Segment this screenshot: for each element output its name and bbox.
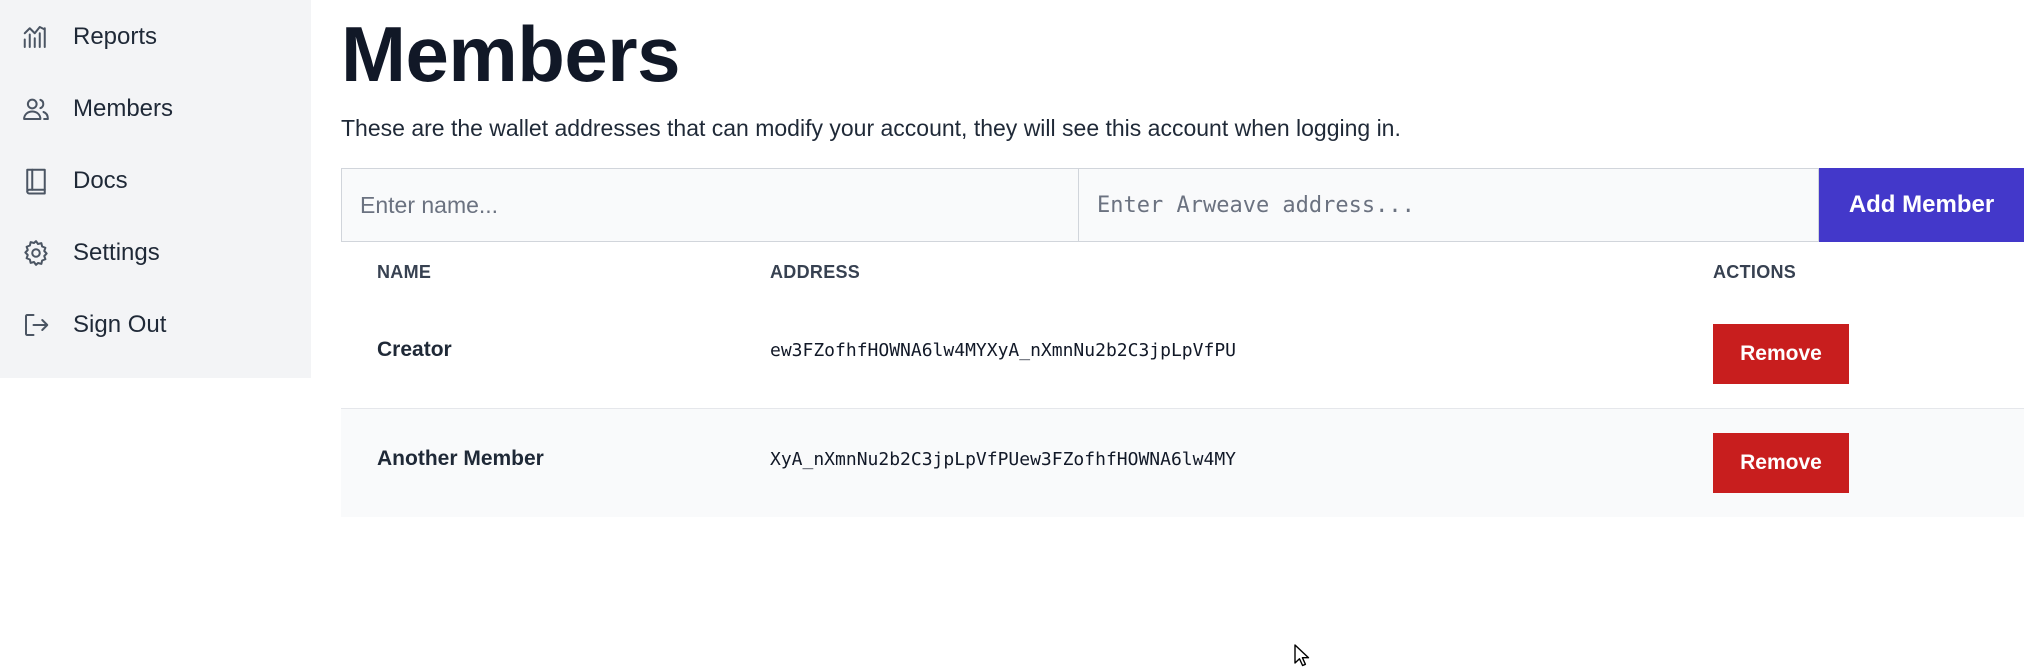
sidebar-item-label: Sign Out <box>73 311 167 338</box>
sidebar-item-docs[interactable]: Docs <box>20 161 128 201</box>
sidebar-item-label: Docs <box>73 167 128 194</box>
table-header: NAME ADDRESS ACTIONS <box>341 244 2024 300</box>
member-address: ew3FZofhfHOWNA6lw4MYXyA_nXmnNu2b2C3jpLpV… <box>770 340 1236 361</box>
book-icon <box>20 165 52 197</box>
member-address: XyA_nXmnNu2b2C3jpLpVfPUew3FZofhfHOWNA6lw… <box>770 449 1236 470</box>
sidebar-item-sign-out[interactable]: Sign Out <box>20 305 166 345</box>
users-icon <box>20 93 52 125</box>
mouse-cursor-icon <box>1294 644 1310 667</box>
add-member-button[interactable]: Add Member <box>1819 168 2024 242</box>
remove-button[interactable]: Remove <box>1713 324 1849 384</box>
app: Reports Members Docs Settings Sign Out M… <box>0 0 2037 667</box>
sidebar-item-label: Reports <box>73 23 158 50</box>
sidebar: Reports Members Docs Settings Sign Out <box>0 0 311 378</box>
name-input[interactable] <box>341 168 1079 242</box>
table-row: Another Member XyA_nXmnNu2b2C3jpLpVfPUew… <box>341 409 2024 517</box>
page-subtitle: These are the wallet addresses that can … <box>341 115 1401 141</box>
sidebar-item-label: Members <box>73 95 174 122</box>
address-input[interactable] <box>1079 168 1819 242</box>
table-row: Creator ew3FZofhfHOWNA6lw4MYXyA_nXmnNu2b… <box>341 300 2024 409</box>
column-header-name: NAME <box>377 262 432 282</box>
column-header-actions: ACTIONS <box>1713 262 1797 282</box>
members-table: NAME ADDRESS ACTIONS Creator ew3FZofhfHO… <box>341 244 2024 517</box>
sidebar-item-members[interactable]: Members <box>20 89 173 129</box>
sign-out-icon <box>20 309 52 341</box>
add-member-form: Add Member <box>341 168 2024 242</box>
sidebar-item-label: Settings <box>73 239 160 266</box>
gear-icon <box>20 237 52 269</box>
page-title: Members <box>341 10 680 98</box>
member-name: Another Member <box>377 447 544 470</box>
column-header-address: ADDRESS <box>770 262 861 282</box>
chart-line-icon <box>20 21 52 53</box>
remove-button[interactable]: Remove <box>1713 433 1849 493</box>
sidebar-item-settings[interactable]: Settings <box>20 233 160 273</box>
sidebar-item-reports[interactable]: Reports <box>20 17 157 57</box>
member-name: Creator <box>377 338 452 361</box>
